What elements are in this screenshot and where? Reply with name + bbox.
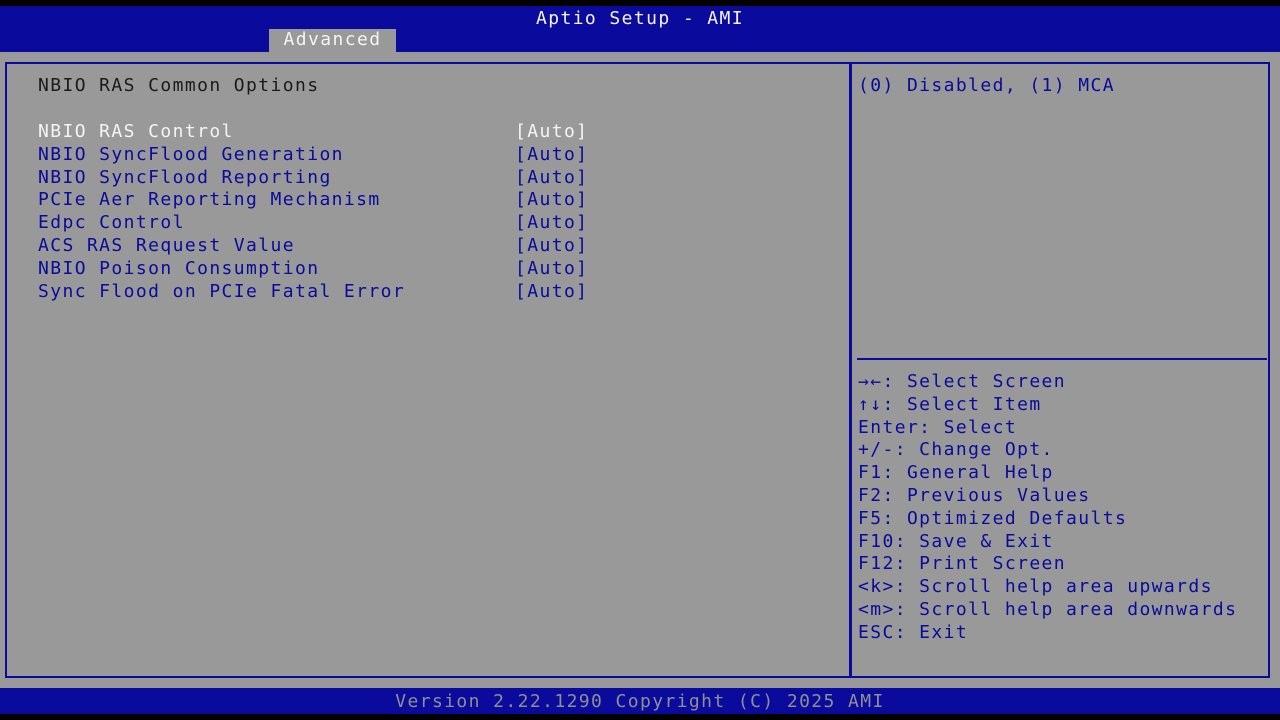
tab-advanced[interactable]: Advanced (269, 29, 396, 52)
setting-value[interactable]: [Auto] (515, 258, 588, 281)
bottom-border (0, 714, 1280, 720)
help-text: (0) Disabled, (1) MCA (858, 75, 1115, 96)
setting-label: NBIO Poison Consumption (38, 257, 320, 279)
setting-row-nbio-syncflood-generation[interactable]: NBIO SyncFlood Generation [Auto] (38, 144, 838, 167)
header-bar: Aptio Setup - AMI Advanced (0, 6, 1280, 52)
key-hint-f2: F2: Previous Values (858, 484, 1091, 506)
setting-label: PCIe Aer Reporting Mechanism (38, 189, 381, 211)
settings-list: NBIO RAS Control [Auto] NBIO SyncFlood G… (38, 121, 838, 303)
setting-label: NBIO SyncFlood Generation (38, 143, 344, 165)
key-hint-esc: ESC: Exit (858, 621, 969, 643)
setting-row-nbio-ras-control[interactable]: NBIO RAS Control [Auto] (38, 121, 838, 144)
setting-row-edpc-control[interactable]: Edpc Control [Auto] (38, 212, 838, 235)
setting-row-pcie-aer-reporting-mechanism[interactable]: PCIe Aer Reporting Mechanism [Auto] (38, 189, 838, 212)
version-copyright: Version 2.22.1290 Copyright (C) 2025 AMI (395, 691, 885, 712)
setting-row-nbio-poison-consumption[interactable]: NBIO Poison Consumption [Auto] (38, 258, 838, 281)
key-hint-scroll-up: <k>: Scroll help area upwards (858, 576, 1213, 598)
key-hint-select-screen: →←: Select Screen (858, 371, 1067, 392)
setting-label: NBIO RAS Control (38, 121, 234, 142)
key-hint-f12: F12: Print Screen (858, 553, 1067, 575)
setting-value[interactable]: [Auto] (515, 235, 588, 258)
key-legend: →←: Select Screen ↑↓: Select Item Enter:… (858, 371, 1237, 645)
app-title: Aptio Setup - AMI (535, 8, 745, 29)
setting-value[interactable]: [Auto] (515, 121, 588, 144)
setting-label: Edpc Control (38, 212, 185, 234)
key-hint-f1: F1: General Help (858, 462, 1054, 484)
key-hint-f5: F5: Optimized Defaults (858, 507, 1128, 529)
setting-label: NBIO SyncFlood Reporting (38, 166, 332, 188)
main-panel: NBIO RAS Common Options NBIO RAS Control… (0, 52, 1280, 688)
key-hint-f10: F10: Save & Exit (858, 530, 1054, 552)
setting-row-nbio-syncflood-reporting[interactable]: NBIO SyncFlood Reporting [Auto] (38, 167, 838, 190)
key-hint-select-item: ↑↓: Select Item (858, 393, 1042, 415)
setting-value[interactable]: [Auto] (515, 189, 588, 212)
setting-value[interactable]: [Auto] (515, 281, 588, 304)
setting-label: ACS RAS Request Value (38, 234, 295, 256)
setting-row-sync-flood-pcie-fatal-error[interactable]: Sync Flood on PCIe Fatal Error [Auto] (38, 281, 838, 304)
setting-row-acs-ras-request-value[interactable]: ACS RAS Request Value [Auto] (38, 235, 838, 258)
setting-value[interactable]: [Auto] (515, 144, 588, 167)
page-title: NBIO RAS Common Options (38, 75, 320, 96)
footer-bar: Version 2.22.1290 Copyright (C) 2025 AMI (0, 688, 1280, 714)
key-hint-enter: Enter: Select (858, 416, 1018, 438)
vertical-divider (849, 62, 852, 678)
key-hint-scroll-down: <m>: Scroll help area downwards (858, 598, 1238, 620)
setting-label: Sync Flood on PCIe Fatal Error (38, 280, 406, 302)
setting-value[interactable]: [Auto] (515, 167, 588, 190)
key-hint-change-opt: +/-: Change Opt. (858, 439, 1054, 461)
help-divider (857, 358, 1267, 360)
setting-value[interactable]: [Auto] (515, 212, 588, 235)
